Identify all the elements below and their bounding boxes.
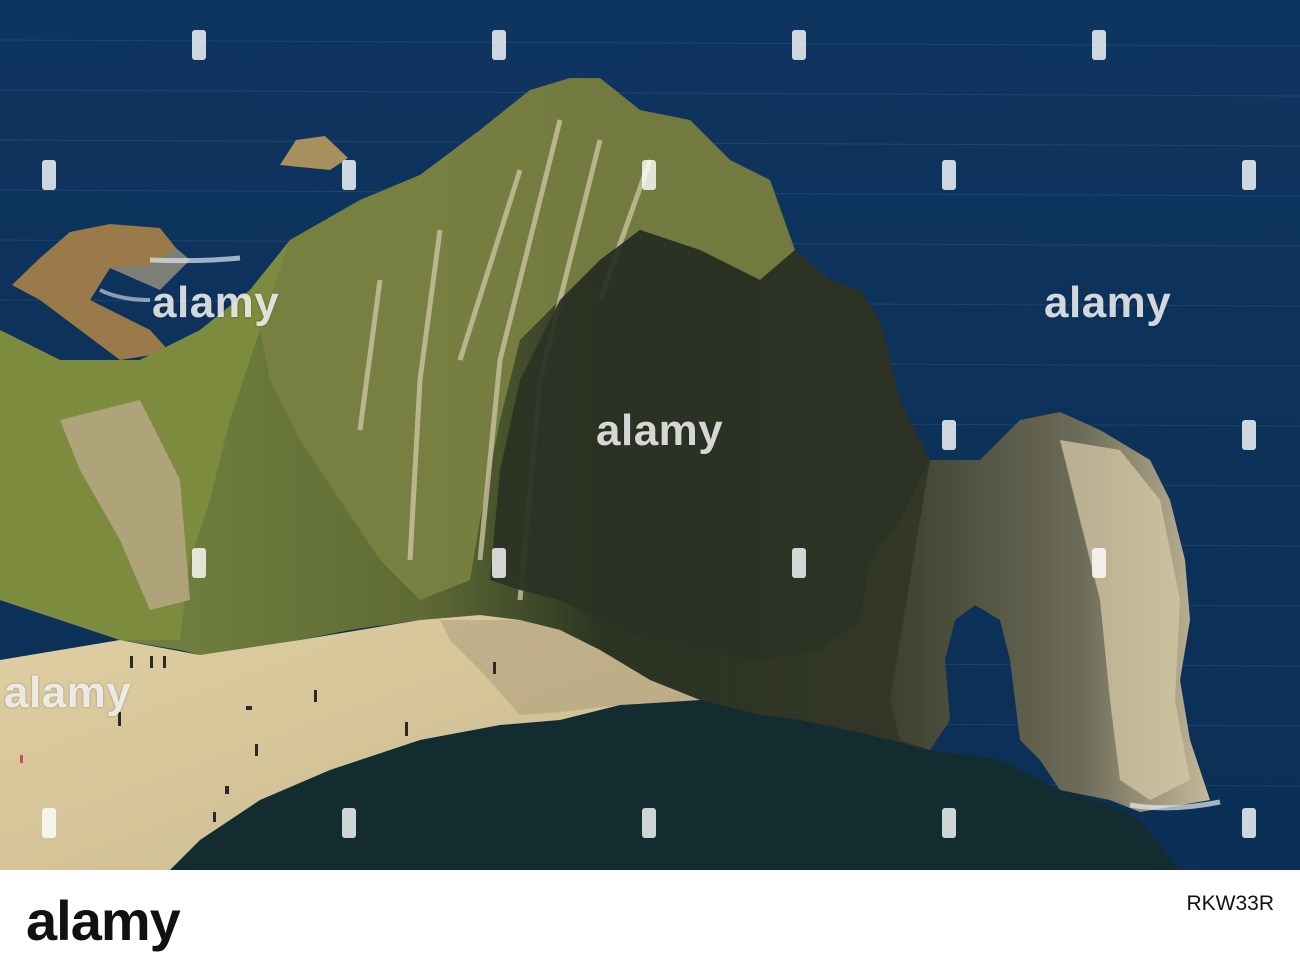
watermark-mark — [492, 548, 506, 578]
watermark-mark — [792, 548, 806, 578]
watermark-mark — [192, 548, 206, 578]
watermark-mark — [342, 808, 356, 838]
watermark-mark — [942, 420, 956, 450]
watermark-mark — [942, 808, 956, 838]
watermark-mark — [42, 808, 56, 838]
watermark-mark — [342, 160, 356, 190]
watermark-mark — [1092, 548, 1106, 578]
watermark-mark — [492, 30, 506, 60]
watermark-mark — [1092, 30, 1106, 60]
watermark-mark — [792, 30, 806, 60]
image-id: RKW33R — [1186, 892, 1274, 915]
footer-bar: alamy — [0, 870, 1300, 960]
photo: alamy alamy alamy alamy — [0, 0, 1300, 870]
watermark-mark — [42, 160, 56, 190]
watermark-center: alamy — [596, 406, 724, 455]
watermark-right: alamy — [1044, 278, 1172, 327]
watermark-left: alamy — [152, 278, 280, 327]
watermark-mark — [642, 160, 656, 190]
watermark-mark — [942, 160, 956, 190]
watermark-mark — [1242, 160, 1256, 190]
stock-photo-page: alamy alamy alamy alamy alamy RKW33R — [0, 0, 1300, 960]
watermark-mark — [1242, 420, 1256, 450]
watermark-bottom-left: alamy — [4, 668, 132, 717]
alamy-logo[interactable]: alamy — [26, 888, 181, 953]
watermark-mark — [192, 30, 206, 60]
watermark-mark — [642, 808, 656, 838]
surf — [149, 255, 241, 264]
watermark-mark — [1242, 808, 1256, 838]
